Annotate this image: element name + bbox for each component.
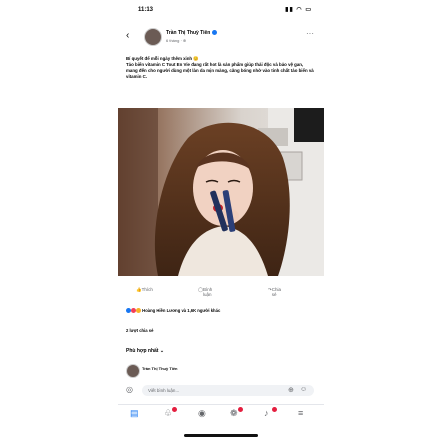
shares-count[interactable]: 2 lượt chia sẻ: [126, 328, 153, 333]
gif-icon[interactable]: ⊕: [288, 386, 294, 394]
share-button[interactable]: ↷ Chia sẻ: [268, 287, 281, 297]
post-photo[interactable]: [118, 108, 324, 276]
status-bar: 11:13 ▮▮ ◠ ▭: [118, 6, 324, 16]
facebook-post-screen: 11:13 ▮▮ ◠ ▭ ‹ Trần Thị Thuỳ Tiên 6 thán…: [118, 0, 324, 443]
haha-reaction-icon: [136, 308, 141, 314]
more-options-icon[interactable]: ···: [306, 29, 314, 38]
author-avatar[interactable]: [144, 28, 162, 46]
notification-badge: [172, 407, 177, 412]
notification-badge: [272, 407, 277, 412]
post-caption: Bí quyết để mỗi ngày thêm xinh 😊 Tảo biể…: [126, 56, 316, 80]
friends-tab-icon[interactable]: ♧: [164, 407, 177, 419]
like-button[interactable]: 👍 Thích: [136, 287, 153, 293]
comment-item: Trần Thị Thuỳ Tiên: [118, 362, 324, 378]
author-name[interactable]: Trần Thị Thuỳ Tiên: [166, 30, 218, 36]
post-meta: 6 tháng · ⊕: [166, 38, 187, 43]
verified-badge-icon: [212, 30, 218, 36]
home-indicator: [184, 434, 258, 437]
reactions-summary[interactable]: Hoàng Hiền Lương và 1,6K người khác: [126, 308, 220, 314]
commenter-name[interactable]: Trần Thị Thuỳ Tiên: [142, 366, 177, 371]
comment-input-bar: ◎ Viết bình luận... ⊕ ☺: [118, 383, 324, 399]
post-header: ‹ Trần Thị Thuỳ Tiên 6 tháng · ⊕ ···: [118, 24, 324, 50]
caption-body: Tảo biển vitamin C Tout En Vie đang rất …: [126, 62, 314, 79]
groups-tab-icon[interactable]: ❁: [230, 407, 243, 419]
notification-badge: [238, 407, 243, 412]
commenter-avatar[interactable]: [126, 364, 140, 378]
home-tab-icon[interactable]: ▤: [130, 408, 139, 419]
emoji-icon[interactable]: ☺: [300, 386, 307, 393]
comment-input[interactable]: Viết bình luận... ⊕ ☺: [142, 385, 314, 396]
menu-tab-icon[interactable]: ≡: [298, 408, 303, 418]
camera-icon[interactable]: ◎: [126, 385, 133, 394]
status-icons: ▮▮ ◠ ▭: [285, 7, 312, 13]
notifications-tab-icon[interactable]: ♪: [264, 407, 277, 418]
bottom-tab-bar: ▤ ♧ ◉ ❁ ♪ ≡: [118, 404, 324, 421]
status-time: 11:13: [138, 7, 154, 13]
back-icon[interactable]: ‹: [126, 30, 129, 41]
post-actions: 👍 Thích ◯ Bình luận ↷ Chia sẻ: [118, 287, 324, 297]
sort-dropdown[interactable]: Phù hợp nhất ⌄: [126, 348, 164, 354]
profile-tab-icon[interactable]: ◉: [198, 408, 206, 419]
comment-button[interactable]: ◯ Bình luận: [198, 287, 212, 297]
